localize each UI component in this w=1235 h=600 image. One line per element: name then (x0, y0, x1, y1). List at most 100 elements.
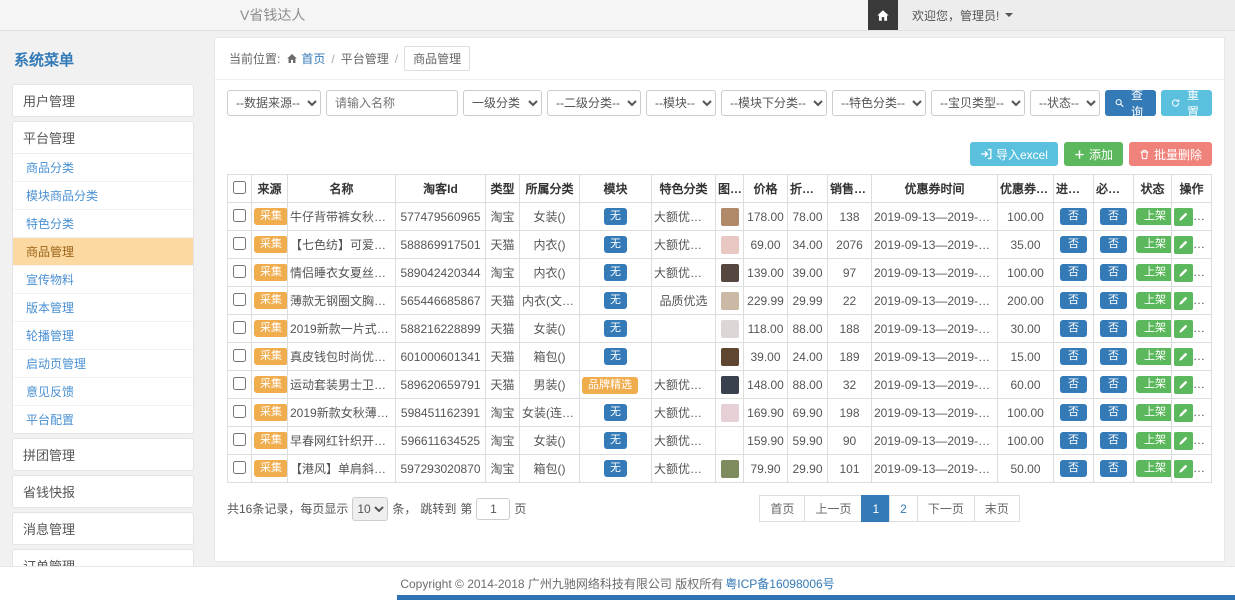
sidebar-item-platform[interactable]: 平台管理 (13, 122, 193, 154)
name-search-input[interactable] (326, 90, 458, 116)
import-toggle[interactable]: 否 (1060, 432, 1087, 449)
sidebar-item[interactable]: 拼团管理 (12, 438, 194, 471)
batch-delete-button[interactable]: 批量删除 (1129, 142, 1212, 166)
status-toggle[interactable]: 上架 (1136, 376, 1172, 393)
breadcrumb-home-link[interactable]: 首页 (286, 50, 325, 67)
filter-select[interactable]: --宝贝类型-- (931, 90, 1025, 116)
edit-button[interactable] (1174, 460, 1193, 478)
sidebar-subitem[interactable]: 宣传物料 (13, 266, 193, 294)
status-toggle[interactable]: 上架 (1136, 208, 1172, 225)
edit-button[interactable] (1174, 348, 1193, 366)
edit-button[interactable] (1174, 264, 1193, 282)
sidebar-subitem[interactable]: 轮播管理 (13, 322, 193, 350)
status-toggle[interactable]: 上架 (1136, 292, 1172, 309)
edit-button[interactable] (1174, 404, 1193, 422)
search-button[interactable]: 查询 (1105, 90, 1156, 116)
sidebar-subitem[interactable]: 商品分类 (13, 154, 193, 182)
mustbuy-toggle[interactable]: 否 (1100, 292, 1127, 309)
mustbuy-toggle[interactable]: 否 (1100, 460, 1127, 477)
icp-link[interactable]: 粤ICP备16098006号 (725, 575, 834, 592)
sidebar-subitem[interactable]: 特色分类 (13, 210, 193, 238)
edit-button[interactable] (1174, 432, 1193, 450)
filter-select[interactable]: --模块-- (646, 90, 716, 116)
row-checkbox[interactable] (233, 405, 246, 418)
edit-button[interactable] (1174, 376, 1193, 394)
mustbuy-toggle[interactable]: 否 (1100, 376, 1127, 393)
module-cell: 无 (580, 315, 652, 343)
data-source-select[interactable]: --数据来源-- (227, 90, 321, 116)
mustbuy-toggle[interactable]: 否 (1100, 208, 1127, 225)
reset-button[interactable]: 重置 (1161, 90, 1212, 116)
edit-button[interactable] (1174, 320, 1193, 338)
filter-select[interactable]: 一级分类 (463, 90, 542, 116)
row-checkbox[interactable] (233, 461, 246, 474)
import-toggle[interactable]: 否 (1060, 320, 1087, 337)
import-toggle[interactable]: 否 (1060, 348, 1087, 365)
status-toggle[interactable]: 上架 (1136, 404, 1172, 421)
mustbuy-toggle[interactable]: 否 (1100, 404, 1127, 421)
import-toggle[interactable]: 否 (1060, 236, 1087, 253)
home-button[interactable] (868, 0, 898, 30)
row-checkbox[interactable] (233, 265, 246, 278)
edit-icon (1178, 211, 1189, 222)
row-checkbox[interactable] (233, 293, 246, 306)
edit-button[interactable] (1174, 208, 1193, 226)
coupon-time: 2019-09-13—2019-09-17 (872, 287, 998, 315)
row-checkbox[interactable] (233, 321, 246, 334)
sidebar-subitem[interactable]: 模块商品分类 (13, 182, 193, 210)
import-toggle[interactable]: 否 (1060, 292, 1087, 309)
status-toggle[interactable]: 上架 (1136, 348, 1172, 365)
coupon-amount: 100.00 (998, 427, 1054, 455)
status-toggle[interactable]: 上架 (1136, 236, 1172, 253)
mustbuy-toggle[interactable]: 否 (1100, 264, 1127, 281)
sidebar-item[interactable]: 用户管理 (12, 84, 194, 117)
sidebar-subitem[interactable]: 启动页管理 (13, 350, 193, 378)
mustbuy-toggle[interactable]: 否 (1100, 432, 1127, 449)
row-checkbox[interactable] (233, 433, 246, 446)
import-toggle[interactable]: 否 (1060, 460, 1087, 477)
source-cell: 采集 (252, 203, 288, 231)
page-button[interactable]: 2 (889, 495, 918, 522)
row-checkbox[interactable] (233, 377, 246, 390)
edit-button[interactable] (1174, 236, 1193, 254)
per-page-select[interactable]: 10 (352, 497, 388, 521)
select-all-checkbox[interactable] (233, 181, 246, 194)
page-button[interactable]: 末页 (974, 495, 1020, 522)
status-toggle[interactable]: 上架 (1136, 320, 1172, 337)
status-toggle[interactable]: 上架 (1136, 264, 1172, 281)
page-button[interactable]: 首页 (759, 495, 805, 522)
row-checkbox[interactable] (233, 209, 246, 222)
sidebar-item[interactable]: 消息管理 (12, 512, 194, 545)
import-toggle[interactable]: 否 (1060, 376, 1087, 393)
status-toggle[interactable]: 上架 (1136, 460, 1172, 477)
page-button[interactable]: 上一页 (804, 495, 862, 522)
edit-icon (1178, 267, 1189, 278)
row-checkbox[interactable] (233, 349, 246, 362)
mustbuy-toggle[interactable]: 否 (1100, 320, 1127, 337)
sidebar-item[interactable]: 订单管理 (12, 549, 194, 566)
user-menu[interactable]: 欢迎您，管理员! (898, 7, 1027, 24)
import-excel-button[interactable]: 导入excel (970, 142, 1058, 166)
filter-select[interactable]: --特色分类-- (832, 90, 926, 116)
sidebar-subitem[interactable]: 意见反馈 (13, 378, 193, 406)
filter-select[interactable]: --二级分类-- (547, 90, 641, 116)
mustbuy-toggle[interactable]: 否 (1100, 236, 1127, 253)
sidebar-subitem[interactable]: 版本管理 (13, 294, 193, 322)
import-toggle[interactable]: 否 (1060, 264, 1087, 281)
sidebar-subitem[interactable]: 商品管理 (13, 238, 193, 266)
status-toggle[interactable]: 上架 (1136, 432, 1172, 449)
filter-select[interactable]: --状态-- (1030, 90, 1100, 116)
sidebar-item[interactable]: 省钱快报 (12, 475, 194, 508)
add-button[interactable]: 添加 (1064, 142, 1123, 166)
filter-select[interactable]: --模块下分类-- (721, 90, 827, 116)
sidebar-subitem[interactable]: 平台配置 (13, 406, 193, 433)
row-checkbox[interactable] (233, 237, 246, 250)
import-toggle[interactable]: 否 (1060, 208, 1087, 225)
import-toggle[interactable]: 否 (1060, 404, 1087, 421)
page-button[interactable]: 下一页 (917, 495, 975, 522)
page-jump-input[interactable] (476, 498, 510, 520)
edit-button[interactable] (1174, 292, 1193, 310)
mustbuy-toggle[interactable]: 否 (1100, 348, 1127, 365)
page-button[interactable]: 1 (861, 495, 890, 522)
coupon-time: 2019-09-13—2019-09-18 (872, 231, 998, 259)
